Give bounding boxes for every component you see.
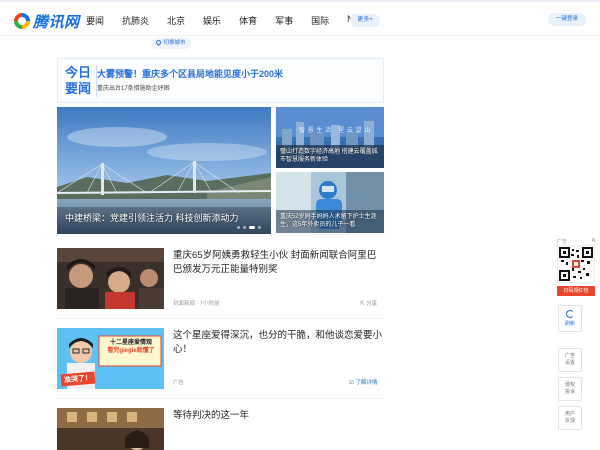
header-divider xyxy=(0,35,600,36)
user-feedback-button[interactable]: 用户 反馈 xyxy=(558,406,582,430)
side-card-nurse[interactable]: 重庆52岁妈手妈妈人术留下护士生涯生，这5年外卖员的儿子一看 xyxy=(276,172,384,233)
today-headlines-label: 今日 要闻 xyxy=(65,65,92,96)
switch-city-button[interactable]: 切换城市 xyxy=(151,38,191,49)
nav-item-pneumonia[interactable]: 抗肺炎 xyxy=(122,14,149,27)
carousel-dot[interactable] xyxy=(258,226,261,229)
nav-item-entertainment[interactable]: 娱乐 xyxy=(203,14,221,27)
nav-item-beijing[interactable]: 北京 xyxy=(167,14,185,27)
learn-more-icon: ☑ xyxy=(349,380,354,386)
rescue-photo xyxy=(57,248,164,309)
refresh-button[interactable]: 刷新 xyxy=(558,305,582,332)
scan-redpacket-button[interactable]: 扫码领红包 xyxy=(557,286,595,296)
nav-item-news[interactable]: 要闻 xyxy=(86,14,104,27)
carousel-dots xyxy=(234,226,261,229)
carousel-dot-active[interactable] xyxy=(249,226,255,229)
ad-settings-button[interactable]: 广告 设置 xyxy=(558,348,582,372)
more-nav-button[interactable]: 更多+ xyxy=(350,14,380,27)
nav-item-sports[interactable]: 体育 xyxy=(239,14,257,27)
hero-carousel[interactable]: 中建桥梁：党建引领注活力 科技创新添动力 xyxy=(57,107,271,234)
tencent-logo-icon xyxy=(14,13,30,29)
close-icon[interactable]: ✕ xyxy=(591,237,596,244)
qr-code-icon xyxy=(558,246,594,282)
carousel-dot[interactable] xyxy=(243,226,246,229)
switch-city-label: 切换城市 xyxy=(163,40,186,46)
site-logo[interactable]: 腾讯网 xyxy=(14,10,80,32)
feed-source[interactable]: 封面新闻 xyxy=(173,301,195,307)
qr-ad-label: 广告 xyxy=(557,239,568,245)
feed-title[interactable]: 等待判决的这一年 xyxy=(173,409,384,423)
feed-thumb-ad[interactable]: 十二星座爱情观 看完giegie就懂了 准哭了！ xyxy=(57,328,164,389)
side-card-caption[interactable]: 璧山打造数字经济高地 搭建云覆盖城市智慧服务新体验 xyxy=(280,148,380,164)
logo-text: 腾讯网 xyxy=(33,13,80,31)
qr-code[interactable] xyxy=(557,245,595,283)
share-icon: ⇱ xyxy=(360,301,365,307)
carousel-dot[interactable] xyxy=(237,226,240,229)
feed-thumb-rescue[interactable] xyxy=(57,248,164,309)
share-button[interactable]: ⇱ 分享 xyxy=(360,299,377,307)
nav-item-military[interactable]: 军事 xyxy=(275,14,293,27)
one-click-login-button[interactable]: 一键登录 xyxy=(548,13,586,26)
feed-meta: 封面新闻 · 7小时前 xyxy=(173,301,220,307)
feed-thumb-verdict[interactable] xyxy=(57,408,164,450)
ad-banner-text: 十二星座爱情观 看完giegie就懂了 xyxy=(107,340,155,354)
ad-label: 广告 xyxy=(173,380,185,386)
today-headlines-box: 今日 要闻 大雾预警！重庆多个区县局地能见度小于200米 重庆出台17条措施助企… xyxy=(57,58,384,103)
nav-item-international[interactable]: 国际 xyxy=(311,14,329,27)
today-headline-link[interactable]: 大雾预警！重庆多个区县局地能见度小于200米 xyxy=(97,67,283,80)
feed-separator xyxy=(57,398,384,399)
feed-time: 7小时前 xyxy=(199,301,220,307)
feed-separator xyxy=(57,318,384,319)
infringement-report-button[interactable]: 侵权 投诉 xyxy=(558,377,582,401)
top-header: 腾讯网 要闻 抗肺炎 北京 娱乐 体育 军事 国际 NBA 更多+ 一键登录 xyxy=(0,0,600,36)
today-subline-link[interactable]: 重庆出台17条措施助企纾困 xyxy=(97,83,170,92)
verdict-photo xyxy=(57,408,164,450)
main-nav: 要闻 抗肺炎 北京 娱乐 体育 军事 国际 NBA xyxy=(86,14,384,27)
feed-title[interactable]: 这个星座爱得深沉，也分的干脆，和他谈恋爱要小心！ xyxy=(173,329,384,357)
learn-more-button[interactable]: ☑ 了解详情 xyxy=(349,378,377,386)
hero-title[interactable]: 中建桥梁：党建引领注活力 科技创新添动力 xyxy=(65,211,239,224)
location-pin-icon xyxy=(155,39,163,47)
feed-title[interactable]: 重庆65岁阿姨勇救轻生小伙 封面新闻联合阿里巴巴颁发万元正能量特别奖 xyxy=(173,249,384,277)
side-card-overlay-text: 智 慧 生 活 · 星 云 望 山 xyxy=(299,128,371,134)
refresh-icon xyxy=(566,310,574,318)
side-card-bishan[interactable]: 智 慧 生 活 · 星 云 望 山 璧山打造数字经济高地 搭建云覆盖城市智慧服务… xyxy=(276,107,384,168)
side-card-caption[interactable]: 重庆52岁妈手妈妈人术留下护士生涯生，这5年外卖员的儿子一看 xyxy=(280,213,380,229)
